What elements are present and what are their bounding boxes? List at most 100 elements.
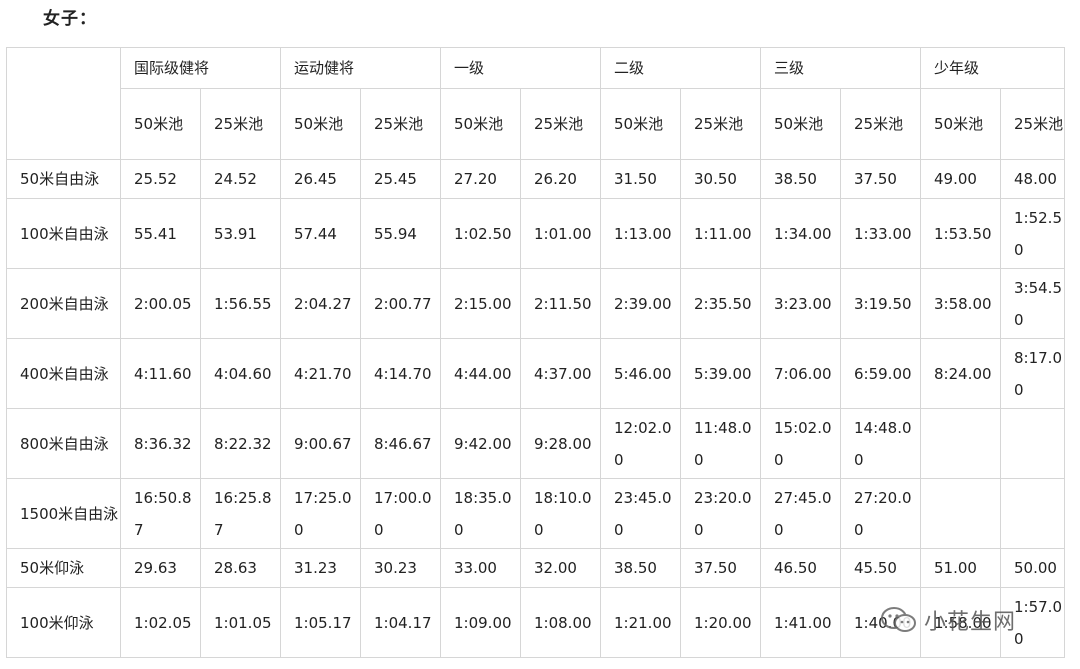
time-cell: 2:11.50 xyxy=(520,268,601,339)
time-cell: 5:39.00 xyxy=(680,338,761,409)
time-cell: 1:02.50 xyxy=(440,198,521,269)
table-row: 400米自由泳 4:11.60 4:04.60 4:21.70 4:14.70 4:44.… xyxy=(6,338,1065,409)
event-name: 50米仰泳 xyxy=(6,548,121,588)
time-cell xyxy=(1000,408,1065,479)
time-cell: 3:19.50 xyxy=(840,268,921,339)
group-header: 运动健将 xyxy=(280,47,441,89)
table-row: 100米自由泳 55.41 53.91 57.44 55.94 1:02.50 1:01.0… xyxy=(6,198,1065,269)
time-cell: 33.00 xyxy=(440,548,521,588)
pool-header: 50米池 xyxy=(120,88,201,160)
time-cell: 37.50 xyxy=(840,159,921,199)
time-cell: 29.63 xyxy=(120,548,201,588)
time-cell: 1:01.00 xyxy=(520,198,601,269)
time-cell: 23:45.00 xyxy=(600,478,681,549)
time-cell: 4:14.70 xyxy=(360,338,441,409)
wechat-icon xyxy=(880,606,918,634)
time-cell: 16:50.87 xyxy=(120,478,201,549)
time-cell: 1:20.00 xyxy=(680,587,761,658)
time-cell: 17:00.00 xyxy=(360,478,441,549)
time-cell: 30.23 xyxy=(360,548,441,588)
time-cell: 31.23 xyxy=(280,548,361,588)
pool-header: 25米池 xyxy=(360,88,441,160)
event-name: 100米自由泳 xyxy=(6,198,121,269)
time-cell: 16:25.87 xyxy=(200,478,281,549)
time-cell: 38.50 xyxy=(600,548,681,588)
time-cell: 11:48.00 xyxy=(680,408,761,479)
time-cell: 2:39.00 xyxy=(600,268,681,339)
time-cell: 32.00 xyxy=(520,548,601,588)
time-cell: 1:08.00 xyxy=(520,587,601,658)
time-cell: 1:09.00 xyxy=(440,587,521,658)
time-cell: 5:46.00 xyxy=(600,338,681,409)
table-row: 1500米自由泳 16:50.87 16:25.87 17:25.00 17:00.00… xyxy=(6,478,1065,549)
time-cell: 14:48.00 xyxy=(840,408,921,479)
time-cell: 1:04.17 xyxy=(360,587,441,658)
group-header: 少年级 xyxy=(920,47,1065,89)
time-cell: 1:41.00 xyxy=(760,587,841,658)
time-cell: 6:59.00 xyxy=(840,338,921,409)
time-cell: 2:00.05 xyxy=(120,268,201,339)
time-cell: 4:11.60 xyxy=(120,338,201,409)
time-cell: 28.63 xyxy=(200,548,281,588)
time-cell: 3:54.50 xyxy=(1000,268,1065,339)
corner-cell xyxy=(6,47,121,160)
table-row: 800米自由泳 8:36.32 8:22.32 9:00.67 8:46.67 9:42.… xyxy=(6,408,1065,479)
time-cell: 53.91 xyxy=(200,198,281,269)
event-name: 400米自由泳 xyxy=(6,338,121,409)
time-cell: 4:37.00 xyxy=(520,338,601,409)
group-header: 二级 xyxy=(600,47,761,89)
time-cell: 38.50 xyxy=(760,159,841,199)
time-cell: 9:42.00 xyxy=(440,408,521,479)
time-cell: 1:11.00 xyxy=(680,198,761,269)
table-header: 国际级健将 运动健将 一级 二级 三级 少年级 50米池 25米池 50米池 25米池 50米池 2… xyxy=(6,47,1065,160)
time-cell xyxy=(1000,478,1065,549)
time-cell: 1:02.05 xyxy=(120,587,201,658)
time-cell: 18:10.00 xyxy=(520,478,601,549)
table-row: 50米自由泳 25.52 24.52 26.45 25.45 27.20 26.20 31.5… xyxy=(6,159,1065,199)
pool-header: 25米池 xyxy=(520,88,601,160)
group-header: 三级 xyxy=(760,47,921,89)
time-cell: 31.50 xyxy=(600,159,681,199)
time-cell: 30.50 xyxy=(680,159,761,199)
event-name: 50米自由泳 xyxy=(6,159,121,199)
time-cell: 1:05.17 xyxy=(280,587,361,658)
pool-header: 25米池 xyxy=(680,88,761,160)
time-cell: 8:24.00 xyxy=(920,338,1001,409)
time-cell: 4:44.00 xyxy=(440,338,521,409)
pool-header: 50米池 xyxy=(920,88,1001,160)
pool-header: 50米池 xyxy=(440,88,521,160)
time-cell: 8:36.32 xyxy=(120,408,201,479)
time-cell: 1:13.00 xyxy=(600,198,681,269)
watermark-text: 小花生网 xyxy=(924,610,1017,635)
time-cell: 25.52 xyxy=(120,159,201,199)
table-row: 50米仰泳 29.63 28.63 31.23 30.23 33.00 32.00 38.50… xyxy=(6,548,1065,588)
time-cell: 27.20 xyxy=(440,159,521,199)
pool-header: 25米池 xyxy=(200,88,281,160)
time-cell: 15:02.00 xyxy=(760,408,841,479)
time-cell: 1:52.50 xyxy=(1000,198,1065,269)
table-body: 50米自由泳 25.52 24.52 26.45 25.45 27.20 26.20 31.5… xyxy=(6,159,1065,658)
time-cell: 9:00.67 xyxy=(280,408,361,479)
event-name: 800米自由泳 xyxy=(6,408,121,479)
time-cell: 8:17.00 xyxy=(1000,338,1065,409)
time-cell: 18:35.00 xyxy=(440,478,521,549)
table-row: 200米自由泳 2:00.05 1:56.55 2:04.27 2:00.77 2:15.… xyxy=(6,268,1065,339)
group-header: 一级 xyxy=(440,47,601,89)
time-cell: 3:23.00 xyxy=(760,268,841,339)
time-cell: 1:01.05 xyxy=(200,587,281,658)
time-cell xyxy=(920,478,1001,549)
time-cell: 1:34.00 xyxy=(760,198,841,269)
time-cell: 8:46.67 xyxy=(360,408,441,479)
time-cell: 49.00 xyxy=(920,159,1001,199)
time-cell: 27:45.00 xyxy=(760,478,841,549)
watermark: 小花生网 xyxy=(880,604,1016,636)
section-heading: 女子： xyxy=(43,9,97,29)
pool-header: 25米池 xyxy=(1000,88,1065,160)
event-name: 200米自由泳 xyxy=(6,268,121,339)
time-cell: 48.00 xyxy=(1000,159,1065,199)
time-cell: 2:00.77 xyxy=(360,268,441,339)
time-cell: 9:28.00 xyxy=(520,408,601,479)
pool-header: 50米池 xyxy=(280,88,361,160)
time-cell: 57.44 xyxy=(280,198,361,269)
pool-header: 25米池 xyxy=(840,88,921,160)
